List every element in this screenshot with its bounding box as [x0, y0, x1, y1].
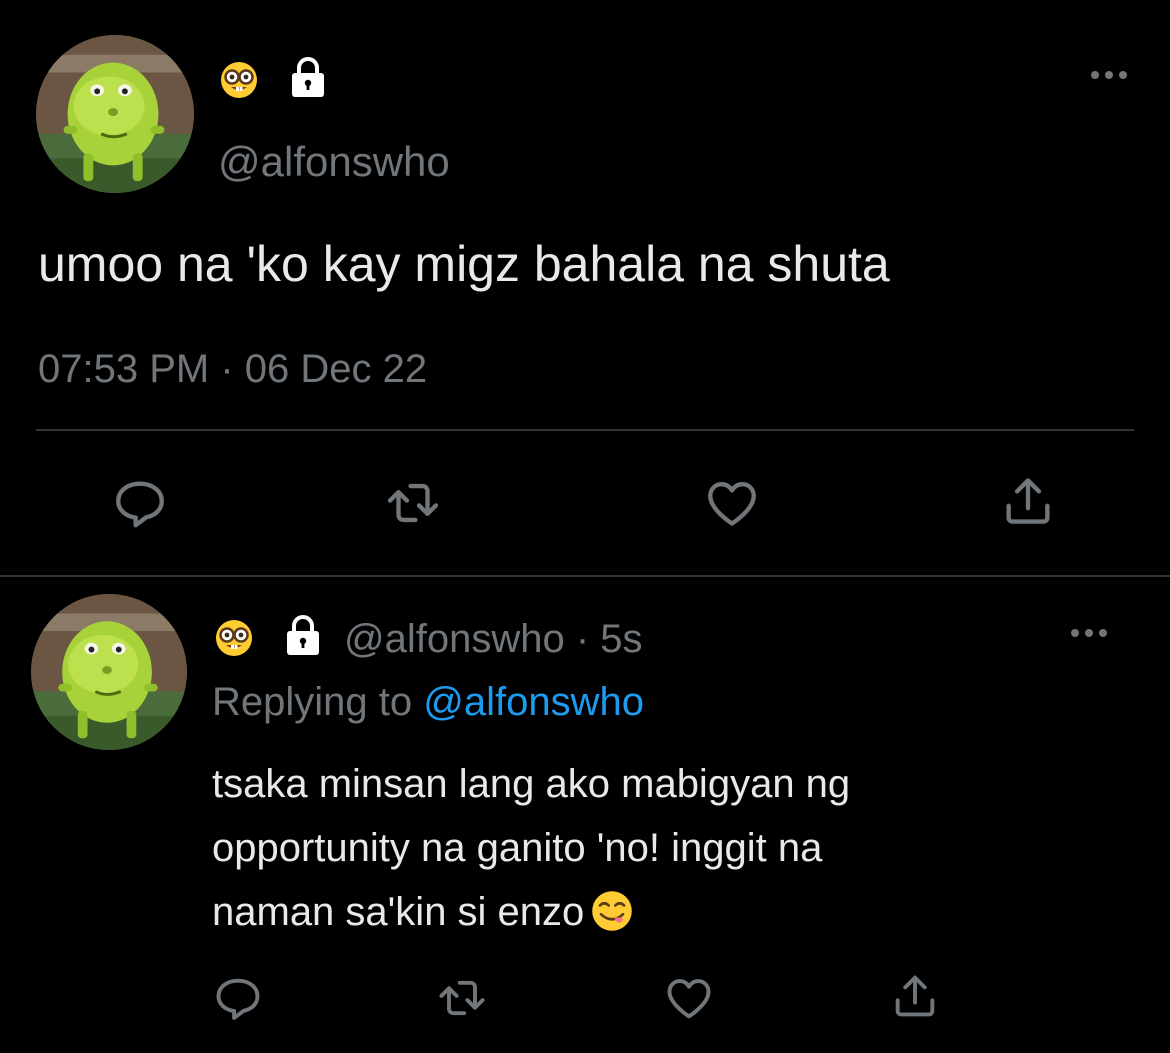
more-dots-icon[interactable] [1088, 68, 1130, 82]
like-icon[interactable] [703, 474, 761, 532]
main-tweet-text: umoo na 'ko kay migz bahala na shuta [38, 236, 890, 292]
share-icon[interactable] [999, 472, 1057, 530]
reply-tweet-text: tsaka minsan lang ako mabigyan ng opport… [212, 752, 1112, 944]
divider [0, 575, 1170, 577]
replying-to-label: Replying to [212, 680, 413, 724]
share-icon[interactable] [889, 970, 941, 1022]
lock-icon [280, 612, 326, 658]
face-savoring-food-emoji-icon [590, 888, 634, 932]
nerd-face-emoji-icon [214, 618, 254, 658]
reply-text-line: tsaka minsan lang ako mabigyan ng [212, 762, 851, 806]
retweet-icon[interactable] [384, 474, 442, 532]
main-tweet-timestamp[interactable]: 07:53 PM · 06 Dec 22 [38, 346, 427, 392]
divider [36, 429, 1134, 431]
reply-text-line: opportunity na ganito 'no! inggit na [212, 826, 823, 870]
reply-tweet-avatar[interactable] [31, 594, 187, 750]
reply-icon[interactable] [111, 474, 169, 532]
reply-tweet-handle-time[interactable]: @alfonswho · 5s [344, 616, 643, 662]
reply-icon[interactable] [212, 972, 264, 1024]
lock-icon [285, 54, 331, 100]
main-tweet-avatar[interactable] [36, 35, 194, 193]
reply-text-line: naman sa'kin si enzo [212, 890, 585, 934]
retweet-icon[interactable] [436, 972, 488, 1024]
like-icon[interactable] [663, 972, 715, 1024]
replying-to: Replying to @alfonswho [212, 678, 644, 726]
replying-to-mention-link[interactable]: @alfonswho [423, 680, 644, 724]
nerd-face-emoji-icon [219, 60, 259, 100]
more-dots-icon[interactable] [1068, 626, 1110, 640]
reply-text-line-last: naman sa'kin si enzo [212, 880, 1112, 944]
main-tweet-handle[interactable]: @alfonswho [218, 140, 450, 184]
